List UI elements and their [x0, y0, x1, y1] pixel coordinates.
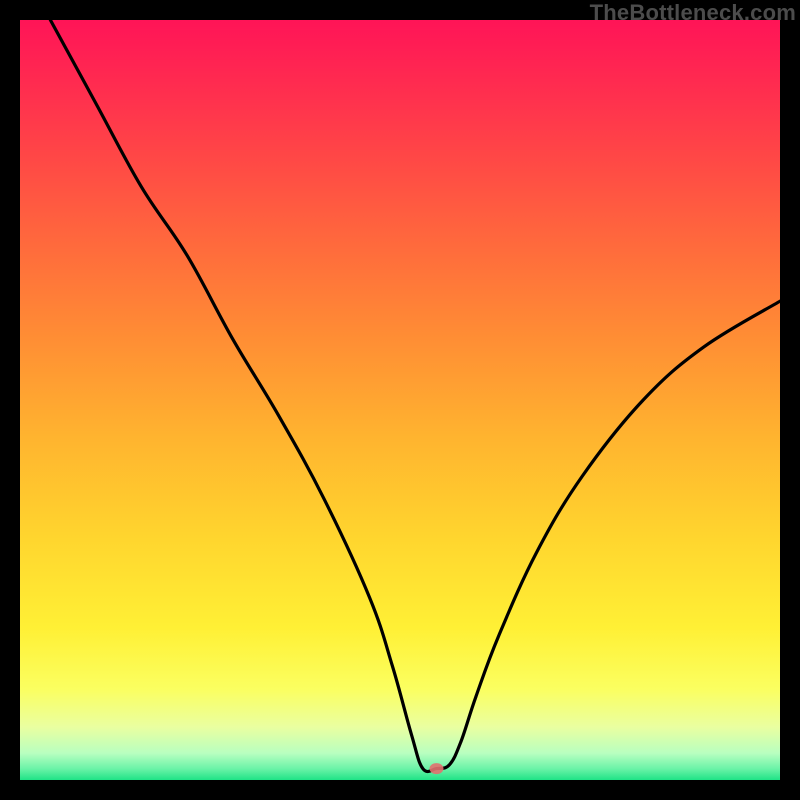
optimum-marker — [429, 763, 443, 774]
watermark-text: TheBottleneck.com — [590, 0, 796, 26]
plot-area — [20, 20, 780, 780]
gradient-background — [20, 20, 780, 780]
chart-frame: TheBottleneck.com — [0, 0, 800, 800]
chart-svg — [20, 20, 780, 780]
